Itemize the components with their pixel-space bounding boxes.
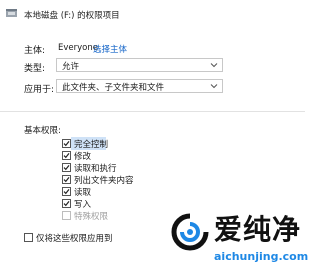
permission-label: 修改	[74, 152, 92, 162]
write-checkbox[interactable]	[62, 199, 71, 208]
section-divider	[0, 111, 305, 112]
principal-value: Everyone	[58, 43, 98, 53]
permission-label: 写入	[74, 200, 92, 210]
applies-to-label: 应用于:	[24, 85, 55, 95]
watermark: 爱纯净 aichunjing.com	[170, 212, 308, 268]
watermark-url: aichunjing.com	[214, 250, 309, 263]
checkmark-icon	[63, 201, 70, 207]
chevron-down-icon	[210, 84, 218, 89]
checkmark-icon	[63, 189, 70, 195]
permission-label: 完全控制	[74, 140, 109, 150]
principal-label: 主体:	[24, 46, 46, 56]
applies-to-select[interactable]: 此文件夹、子文件夹和文件	[56, 79, 223, 93]
aichunjing-logo-icon	[171, 213, 209, 251]
apply-only-option[interactable]: 仅将这些权限应用到	[24, 232, 114, 244]
window-titlebar: 本地磁盘 (F:) 的权限项目	[0, 0, 305, 28]
read-checkbox[interactable]	[62, 187, 71, 196]
checkmark-icon	[63, 177, 70, 183]
list-folder-checkbox[interactable]	[62, 175, 71, 184]
apply-only-checkbox[interactable]	[24, 233, 33, 242]
permission-label: 读取	[74, 188, 92, 198]
checkmark-icon	[63, 141, 70, 147]
permission-label: 特殊权限	[74, 212, 109, 222]
special-permissions-checkbox	[62, 211, 71, 220]
read-execute-checkbox[interactable]	[62, 163, 71, 172]
shield-icon	[6, 9, 17, 17]
basic-permissions-heading: 基本权限:	[24, 126, 61, 136]
type-select-value: 允许	[62, 62, 80, 72]
watermark-title: 爱纯净	[214, 213, 302, 246]
permission-label: 列出文件夹内容	[74, 176, 134, 186]
type-select[interactable]: 允许	[56, 58, 223, 72]
chevron-down-icon	[210, 63, 218, 68]
applies-to-select-value: 此文件夹、子文件夹和文件	[62, 83, 165, 93]
select-principal-link[interactable]: 选择主体	[93, 43, 127, 55]
window-title: 本地磁盘 (F:) 的权限项目	[24, 11, 120, 21]
type-label: 类型:	[24, 64, 46, 74]
permission-label: 读取和执行	[74, 164, 117, 174]
checkmark-icon	[63, 153, 70, 159]
apply-only-label: 仅将这些权限应用到	[36, 234, 113, 244]
modify-checkbox[interactable]	[62, 151, 71, 160]
checkmark-icon	[63, 165, 70, 171]
full-control-checkbox[interactable]	[62, 139, 71, 148]
